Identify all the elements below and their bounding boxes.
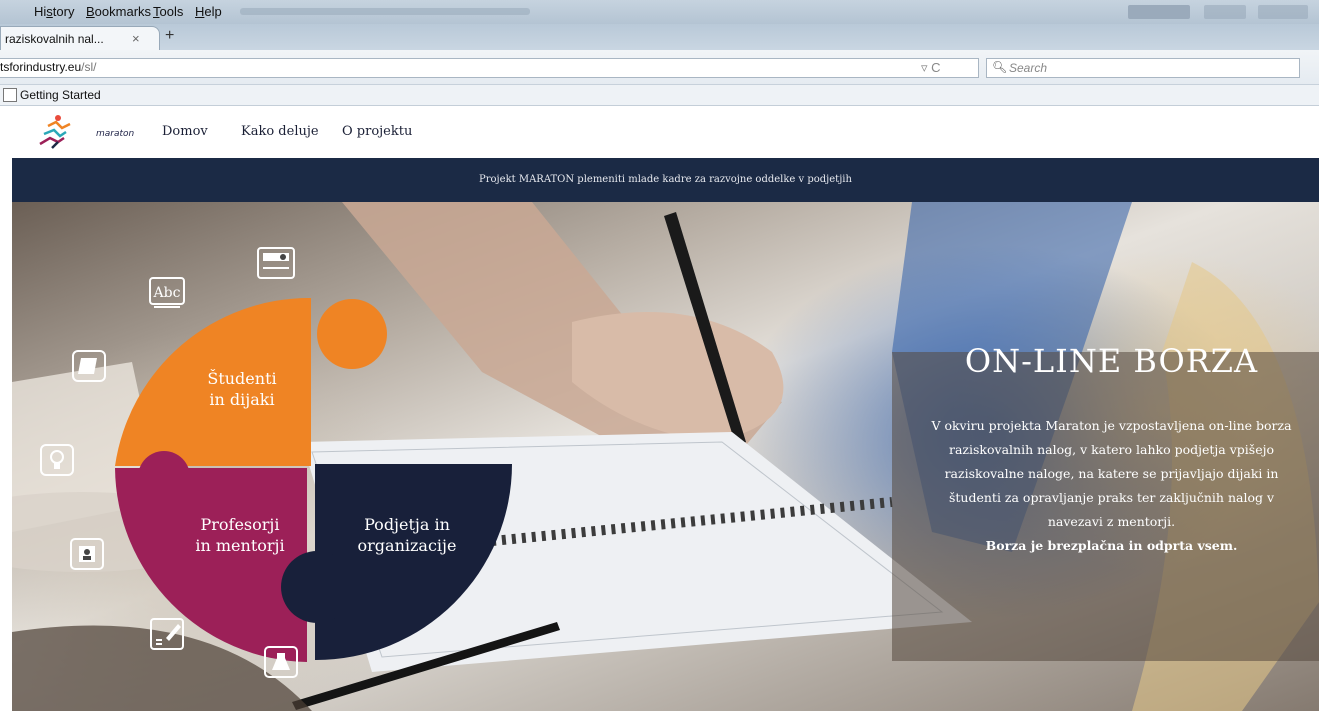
label-students: Študenti in dijaki xyxy=(182,368,302,410)
label-companies-line2: organizacije xyxy=(357,536,457,555)
abc-card-icon[interactable]: Abc xyxy=(148,274,186,310)
menu-help[interactable]: Help xyxy=(195,4,222,19)
reload-icon[interactable]: ▿ C xyxy=(921,60,941,76)
hero-description-text: V okviru projekta Maraton je vzpostavlje… xyxy=(931,418,1292,529)
hero-highlight: Borza je brezplačna in odprta vsem. xyxy=(985,538,1238,553)
bookmark-getting-started[interactable]: Getting Started xyxy=(20,88,101,102)
hero-description: V okviru projekta Maraton je vzpostavlje… xyxy=(924,414,1299,558)
puzzle-piece-companies[interactable] xyxy=(281,464,512,661)
nav-domov[interactable]: Domov xyxy=(162,124,208,139)
blurred-toolbar xyxy=(240,8,530,15)
search-input[interactable]: 🔍︎ Search xyxy=(986,58,1300,78)
tab-strip: raziskovalnih nal... × xyxy=(0,24,1319,51)
menu-bar: History Bookmarks Tools Help xyxy=(0,0,1319,24)
id-card-icon[interactable] xyxy=(256,246,295,282)
lightbulb-icon[interactable] xyxy=(38,442,76,478)
site-header: maraton Domov Kako deluje O projektu xyxy=(12,106,1319,158)
tab-title: raziskovalnih nal... xyxy=(5,32,104,46)
menu-tools[interactable]: Tools xyxy=(153,4,183,19)
window-control[interactable] xyxy=(1128,5,1190,19)
active-tab[interactable]: raziskovalnih nal... × xyxy=(0,26,160,51)
nav-kako-deluje[interactable]: Kako deluje xyxy=(241,124,319,139)
label-companies: Podjetja in organizacije xyxy=(342,514,472,556)
web-page: maraton Domov Kako deluje O projektu Pro… xyxy=(12,106,1319,711)
puzzle-piece-teachers[interactable] xyxy=(115,451,307,662)
label-teachers-line1: Profesorji xyxy=(200,515,280,534)
new-tab-button[interactable]: + xyxy=(165,27,174,45)
bookmarks-toolbar: Getting Started xyxy=(0,85,1319,106)
nav-toolbar: tsforindustry.eu/sl/ ▿ C 🔍︎ Search xyxy=(0,50,1319,85)
certificate-pen-icon[interactable] xyxy=(148,616,186,652)
tagline-bar: Projekt MARATON plemeniti mlade kadre za… xyxy=(12,158,1319,202)
logo-text: maraton xyxy=(96,129,135,139)
menu-bookmarks[interactable]: Bookmarks xyxy=(86,4,151,19)
search-placeholder: Search xyxy=(1009,61,1048,75)
hero-title: ON-LINE BORZA xyxy=(964,342,1259,380)
label-students-line2: in dijaki xyxy=(209,390,275,409)
label-teachers: Profesorji in mentorji xyxy=(176,514,304,556)
label-companies-line1: Podjetja in xyxy=(364,515,450,534)
badge-icon[interactable] xyxy=(68,536,106,572)
flask-icon[interactable] xyxy=(262,644,300,680)
label-students-line1: Študenti xyxy=(207,369,277,388)
maraton-logo[interactable]: maraton xyxy=(36,112,134,152)
window-control[interactable] xyxy=(1204,5,1246,19)
menu-history[interactable]: History xyxy=(34,4,74,19)
nav-o-projektu[interactable]: O projektu xyxy=(342,124,412,139)
search-icon: 🔍︎ xyxy=(992,60,1008,74)
hero-section: ON-LINE BORZA V okviru projekta Maraton … xyxy=(12,202,1319,711)
book-icon[interactable] xyxy=(70,348,108,384)
page-icon xyxy=(3,88,17,102)
runner-icon xyxy=(39,115,71,149)
label-teachers-line2: in mentorji xyxy=(195,536,285,555)
tagline-text: Projekt MARATON plemeniti mlade kadre za… xyxy=(479,174,852,185)
close-icon[interactable]: × xyxy=(132,31,140,46)
url-text: tsforindustry.eu/sl/ xyxy=(0,60,97,74)
svg-text:Abc: Abc xyxy=(153,285,181,301)
url-bar[interactable]: tsforindustry.eu/sl/ ▿ C xyxy=(0,58,979,78)
window-control[interactable] xyxy=(1258,5,1308,19)
